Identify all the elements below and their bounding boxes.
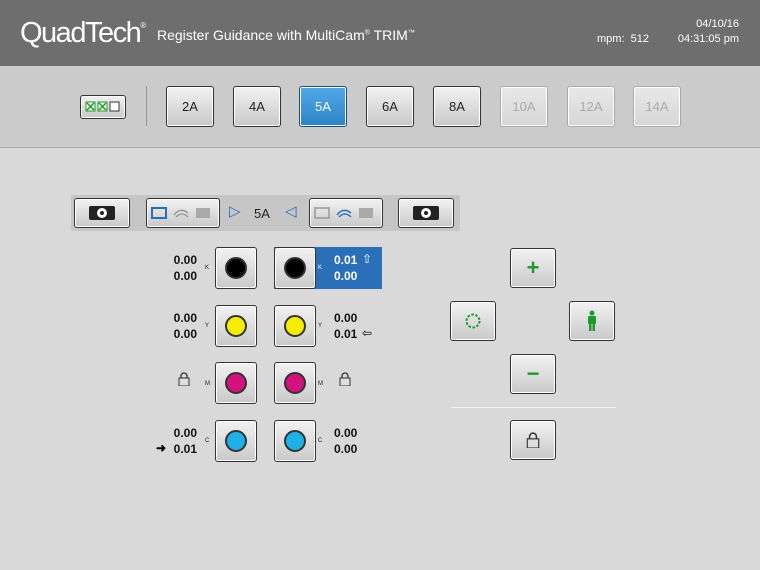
k-left-value-top: 0.00 <box>173 253 197 267</box>
tab-divider <box>146 86 147 126</box>
unit-select-toggle-button[interactable] <box>80 95 126 119</box>
y-right-label: Y <box>318 323 323 329</box>
camera-mode-icon <box>151 207 210 219</box>
m-left-color-button[interactable] <box>215 362 257 404</box>
lock-icon <box>526 432 540 448</box>
up-arrow-icon: ⇧ <box>362 252 373 266</box>
m-right-label: M <box>318 381 323 387</box>
y-right-value-bottom: 0.01 <box>334 327 358 341</box>
m-right-color-button[interactable] <box>274 362 316 404</box>
tab-2a[interactable]: 2A <box>166 86 214 127</box>
increase-button[interactable]: + <box>510 248 556 288</box>
manual-mode-button[interactable] <box>569 301 615 341</box>
decrease-button[interactable]: − <box>510 354 556 394</box>
c-left-label: C <box>205 438 210 444</box>
k-right-label: K <box>318 265 323 271</box>
tab-8a[interactable]: 8A <box>433 86 481 127</box>
c-right-value-top: 0.00 <box>334 426 358 440</box>
right-camera-button[interactable] <box>398 198 454 228</box>
c-right-value-bottom: 0.00 <box>334 442 358 456</box>
c-right-color-button[interactable] <box>274 420 316 462</box>
mpm-readout: mpm: 512 <box>597 33 649 45</box>
k-right-value-top: 0.01 <box>334 253 358 267</box>
k-left-label: K <box>205 265 210 271</box>
magenta-ink-icon <box>225 372 247 394</box>
camera-icon <box>413 206 439 220</box>
yellow-ink-icon <box>225 315 247 337</box>
magenta-ink-icon <box>284 372 306 394</box>
c-left-color-button[interactable] <box>215 420 257 462</box>
y-left-label: Y <box>205 323 210 329</box>
left-camera-mode-button[interactable] <box>146 198 220 228</box>
right-camera-mode-button[interactable] <box>309 198 383 228</box>
auto-mode-button[interactable] <box>450 301 496 341</box>
y-right-value-top: 0.00 <box>334 311 358 325</box>
left-camera-button[interactable] <box>74 198 130 228</box>
scan-right-arrow-icon[interactable]: ◁ <box>285 202 297 220</box>
k-left-value-bottom: 0.00 <box>173 269 197 283</box>
date-display: 04/10/16 <box>696 18 739 30</box>
k-right-color-button[interactable] <box>274 247 316 289</box>
k-right-value-bottom: 0.00 <box>334 269 358 283</box>
checkbox-toggle-icon <box>85 101 120 112</box>
quadtech-logo: QuadTech® <box>20 17 147 49</box>
c-left-value-top: 0.00 <box>173 426 197 440</box>
header-bar: QuadTech® Register Guidance with MultiCa… <box>0 0 760 66</box>
lock-icon <box>339 372 351 386</box>
camera-mode-icon <box>314 207 373 219</box>
black-ink-icon <box>284 257 306 279</box>
black-ink-icon <box>225 257 247 279</box>
cyan-ink-icon <box>225 430 247 452</box>
tab-12a[interactable]: 12A <box>567 86 615 127</box>
tab-5a[interactable]: 5A <box>299 86 347 127</box>
yellow-ink-icon <box>284 315 306 337</box>
control-divider <box>451 407 616 408</box>
tab-6a[interactable]: 6A <box>366 86 414 127</box>
c-right-label: C <box>318 438 323 444</box>
left-arrow-icon: ⇦ <box>362 326 373 340</box>
app-title: Register Guidance with MultiCam® TRIM™ <box>157 27 415 43</box>
lock-button[interactable] <box>510 420 556 460</box>
gear-icon <box>465 313 481 329</box>
scan-left-arrow-icon[interactable]: ▷ <box>229 202 241 220</box>
camera-icon <box>89 206 115 220</box>
right-arrow-icon: ➜ <box>156 441 167 455</box>
person-icon <box>588 310 596 331</box>
tab-10a[interactable]: 10A <box>500 86 548 127</box>
time-display: 04:31:05 pm <box>677 33 739 45</box>
tab-14a[interactable]: 14A <box>633 86 681 127</box>
c-left-value-bottom: 0.01 <box>173 442 197 456</box>
y-left-value-top: 0.00 <box>173 311 197 325</box>
k-left-color-button[interactable] <box>215 247 257 289</box>
y-left-color-button[interactable] <box>215 305 257 347</box>
y-left-value-bottom: 0.00 <box>173 327 197 341</box>
lock-icon <box>178 372 190 386</box>
y-right-color-button[interactable] <box>274 305 316 347</box>
m-left-label: M <box>205 381 210 387</box>
cyan-ink-icon <box>284 430 306 452</box>
current-unit-label: 5A <box>254 206 270 221</box>
tab-4a[interactable]: 4A <box>233 86 281 127</box>
